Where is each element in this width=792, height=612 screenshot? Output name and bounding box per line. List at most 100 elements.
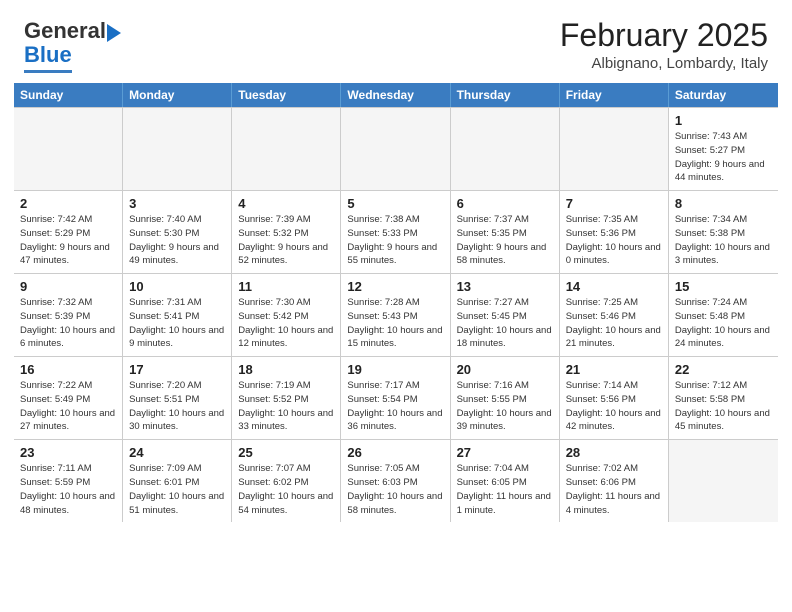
calendar-cell: 7Sunrise: 7:35 AMSunset: 5:36 PMDaylight… bbox=[560, 191, 669, 273]
calendar-cell bbox=[14, 108, 123, 190]
day-detail: Sunrise: 7:04 AMSunset: 6:05 PMDaylight:… bbox=[457, 462, 553, 517]
calendar-row-1: 2 Sunrise: 7:42 AMSunset: 5:29 PMDaylight… bbox=[14, 190, 778, 273]
day-detail: Sunrise: 7:32 AMSunset: 5:39 PMDaylight:… bbox=[20, 296, 116, 351]
calendar-cell: 16Sunrise: 7:22 AMSunset: 5:49 PMDayligh… bbox=[14, 357, 123, 439]
day-detail: Sunrise: 7:09 AMSunset: 6:01 PMDaylight:… bbox=[129, 462, 225, 517]
calendar-header-thursday: Thursday bbox=[451, 83, 560, 107]
day-number: 12 bbox=[347, 279, 443, 294]
day-number: 23 bbox=[20, 445, 116, 460]
calendar-cell: 5 Sunrise: 7:38 AMSunset: 5:33 PMDaylight… bbox=[341, 191, 450, 273]
day-detail: Sunrise: 7:39 AMSunset: 5:32 PMDaylight:… bbox=[238, 213, 334, 268]
day-detail: Sunrise: 7:05 AMSunset: 6:03 PMDaylight:… bbox=[347, 462, 443, 517]
calendar-cell: 24 Sunrise: 7:09 AMSunset: 6:01 PMDayligh… bbox=[123, 440, 232, 522]
day-detail: Sunrise: 7:07 AMSunset: 6:02 PMDaylight:… bbox=[238, 462, 334, 517]
calendar-cell: 8 Sunrise: 7:34 AMSunset: 5:38 PMDaylight… bbox=[669, 191, 778, 273]
calendar-cell: 27 Sunrise: 7:04 AMSunset: 6:05 PMDayligh… bbox=[451, 440, 560, 522]
calendar-cell bbox=[451, 108, 560, 190]
day-number: 22 bbox=[675, 362, 772, 377]
calendar-cell: 15 Sunrise: 7:24 AMSunset: 5:48 PMDayligh… bbox=[669, 274, 778, 356]
day-detail: Sunrise: 7:16 AMSunset: 5:55 PMDaylight:… bbox=[457, 379, 553, 434]
day-detail: Sunrise: 7:37 AMSunset: 5:35 PMDaylight:… bbox=[457, 213, 553, 268]
calendar-cell: 21 Sunrise: 7:14 AMSunset: 5:56 PMDayligh… bbox=[560, 357, 669, 439]
day-number: 13 bbox=[457, 279, 553, 294]
day-number: 8 bbox=[675, 196, 772, 211]
calendar-cell: 12 Sunrise: 7:28 AMSunset: 5:43 PMDayligh… bbox=[341, 274, 450, 356]
day-detail: Sunrise: 7:17 AMSunset: 5:54 PMDaylight:… bbox=[347, 379, 443, 434]
day-detail: Sunrise: 7:30 AMSunset: 5:42 PMDaylight:… bbox=[238, 296, 334, 351]
calendar-header: SundayMondayTuesdayWednesdayThursdayFrid… bbox=[14, 83, 778, 107]
logo: General Blue bbox=[24, 18, 121, 73]
calendar-cell: 26 Sunrise: 7:05 AMSunset: 6:03 PMDayligh… bbox=[341, 440, 450, 522]
day-number: 10 bbox=[129, 279, 225, 294]
calendar-body: 1Sunrise: 7:43 AMSunset: 5:27 PMDaylight… bbox=[14, 107, 778, 522]
day-detail: Sunrise: 7:42 AMSunset: 5:29 PMDaylight:… bbox=[20, 213, 116, 268]
calendar-header-sunday: Sunday bbox=[14, 83, 123, 107]
day-number: 2 bbox=[20, 196, 116, 211]
page: General Blue February 2025 Albignano, Lo… bbox=[0, 0, 792, 612]
day-number: 9 bbox=[20, 279, 116, 294]
day-detail: Sunrise: 7:40 AMSunset: 5:30 PMDaylight:… bbox=[129, 213, 225, 268]
logo-text: General bbox=[24, 18, 121, 44]
day-number: 20 bbox=[457, 362, 553, 377]
day-number: 28 bbox=[566, 445, 662, 460]
day-number: 24 bbox=[129, 445, 225, 460]
day-detail: Sunrise: 7:11 AMSunset: 5:59 PMDaylight:… bbox=[20, 462, 116, 517]
day-detail: Sunrise: 7:31 AMSunset: 5:41 PMDaylight:… bbox=[129, 296, 225, 351]
calendar-header-monday: Monday bbox=[123, 83, 232, 107]
calendar-header-wednesday: Wednesday bbox=[341, 83, 450, 107]
calendar-cell: 25 Sunrise: 7:07 AMSunset: 6:02 PMDayligh… bbox=[232, 440, 341, 522]
day-detail: Sunrise: 7:28 AMSunset: 5:43 PMDaylight:… bbox=[347, 296, 443, 351]
calendar-cell: 18 Sunrise: 7:19 AMSunset: 5:52 PMDayligh… bbox=[232, 357, 341, 439]
day-detail: Sunrise: 7:34 AMSunset: 5:38 PMDaylight:… bbox=[675, 213, 772, 268]
calendar-row-2: 9 Sunrise: 7:32 AMSunset: 5:39 PMDaylight… bbox=[14, 273, 778, 356]
day-number: 15 bbox=[675, 279, 772, 294]
calendar-cell: 3Sunrise: 7:40 AMSunset: 5:30 PMDaylight… bbox=[123, 191, 232, 273]
day-number: 27 bbox=[457, 445, 553, 460]
calendar-cell: 22Sunrise: 7:12 AMSunset: 5:58 PMDayligh… bbox=[669, 357, 778, 439]
calendar-cell: 14Sunrise: 7:25 AMSunset: 5:46 PMDayligh… bbox=[560, 274, 669, 356]
calendar-container: SundayMondayTuesdayWednesdayThursdayFrid… bbox=[14, 83, 778, 522]
calendar-header-saturday: Saturday bbox=[669, 83, 778, 107]
calendar-cell: 10 Sunrise: 7:31 AMSunset: 5:41 PMDayligh… bbox=[123, 274, 232, 356]
location: Albignano, Lombardy, Italy bbox=[560, 55, 768, 72]
day-number: 16 bbox=[20, 362, 116, 377]
calendar-cell bbox=[669, 440, 778, 522]
day-number: 4 bbox=[238, 196, 334, 211]
day-detail: Sunrise: 7:27 AMSunset: 5:45 PMDaylight:… bbox=[457, 296, 553, 351]
day-number: 6 bbox=[457, 196, 553, 211]
day-detail: Sunrise: 7:14 AMSunset: 5:56 PMDaylight:… bbox=[566, 379, 662, 434]
day-number: 14 bbox=[566, 279, 662, 294]
calendar-row-0: 1Sunrise: 7:43 AMSunset: 5:27 PMDaylight… bbox=[14, 107, 778, 190]
day-number: 11 bbox=[238, 279, 334, 294]
day-number: 25 bbox=[238, 445, 334, 460]
logo-general: General bbox=[24, 18, 106, 44]
calendar-cell bbox=[341, 108, 450, 190]
day-number: 19 bbox=[347, 362, 443, 377]
day-detail: Sunrise: 7:19 AMSunset: 5:52 PMDaylight:… bbox=[238, 379, 334, 434]
calendar-cell: 19 Sunrise: 7:17 AMSunset: 5:54 PMDayligh… bbox=[341, 357, 450, 439]
calendar-cell: 4 Sunrise: 7:39 AMSunset: 5:32 PMDaylight… bbox=[232, 191, 341, 273]
day-number: 17 bbox=[129, 362, 225, 377]
day-detail: Sunrise: 7:24 AMSunset: 5:48 PMDaylight:… bbox=[675, 296, 772, 351]
calendar-cell: 11 Sunrise: 7:30 AMSunset: 5:42 PMDayligh… bbox=[232, 274, 341, 356]
logo-blue: Blue bbox=[24, 42, 72, 68]
day-number: 5 bbox=[347, 196, 443, 211]
day-number: 18 bbox=[238, 362, 334, 377]
day-detail: Sunrise: 7:38 AMSunset: 5:33 PMDaylight:… bbox=[347, 213, 443, 268]
calendar-row-4: 23 Sunrise: 7:11 AMSunset: 5:59 PMDayligh… bbox=[14, 439, 778, 522]
day-detail: Sunrise: 7:20 AMSunset: 5:51 PMDaylight:… bbox=[129, 379, 225, 434]
calendar-cell: 23 Sunrise: 7:11 AMSunset: 5:59 PMDayligh… bbox=[14, 440, 123, 522]
month-title: February 2025 bbox=[560, 18, 768, 53]
calendar-cell: 13 Sunrise: 7:27 AMSunset: 5:45 PMDayligh… bbox=[451, 274, 560, 356]
day-detail: Sunrise: 7:02 AMSunset: 6:06 PMDaylight:… bbox=[566, 462, 662, 517]
day-number: 26 bbox=[347, 445, 443, 460]
calendar-cell: 1Sunrise: 7:43 AMSunset: 5:27 PMDaylight… bbox=[669, 108, 778, 190]
day-detail: Sunrise: 7:35 AMSunset: 5:36 PMDaylight:… bbox=[566, 213, 662, 268]
day-detail: Sunrise: 7:43 AMSunset: 5:27 PMDaylight:… bbox=[675, 130, 772, 185]
calendar-header-friday: Friday bbox=[560, 83, 669, 107]
day-number: 21 bbox=[566, 362, 662, 377]
calendar-cell: 20 Sunrise: 7:16 AMSunset: 5:55 PMDayligh… bbox=[451, 357, 560, 439]
calendar-cell: 2 Sunrise: 7:42 AMSunset: 5:29 PMDaylight… bbox=[14, 191, 123, 273]
calendar-cell: 6 Sunrise: 7:37 AMSunset: 5:35 PMDaylight… bbox=[451, 191, 560, 273]
calendar-row-3: 16Sunrise: 7:22 AMSunset: 5:49 PMDayligh… bbox=[14, 356, 778, 439]
